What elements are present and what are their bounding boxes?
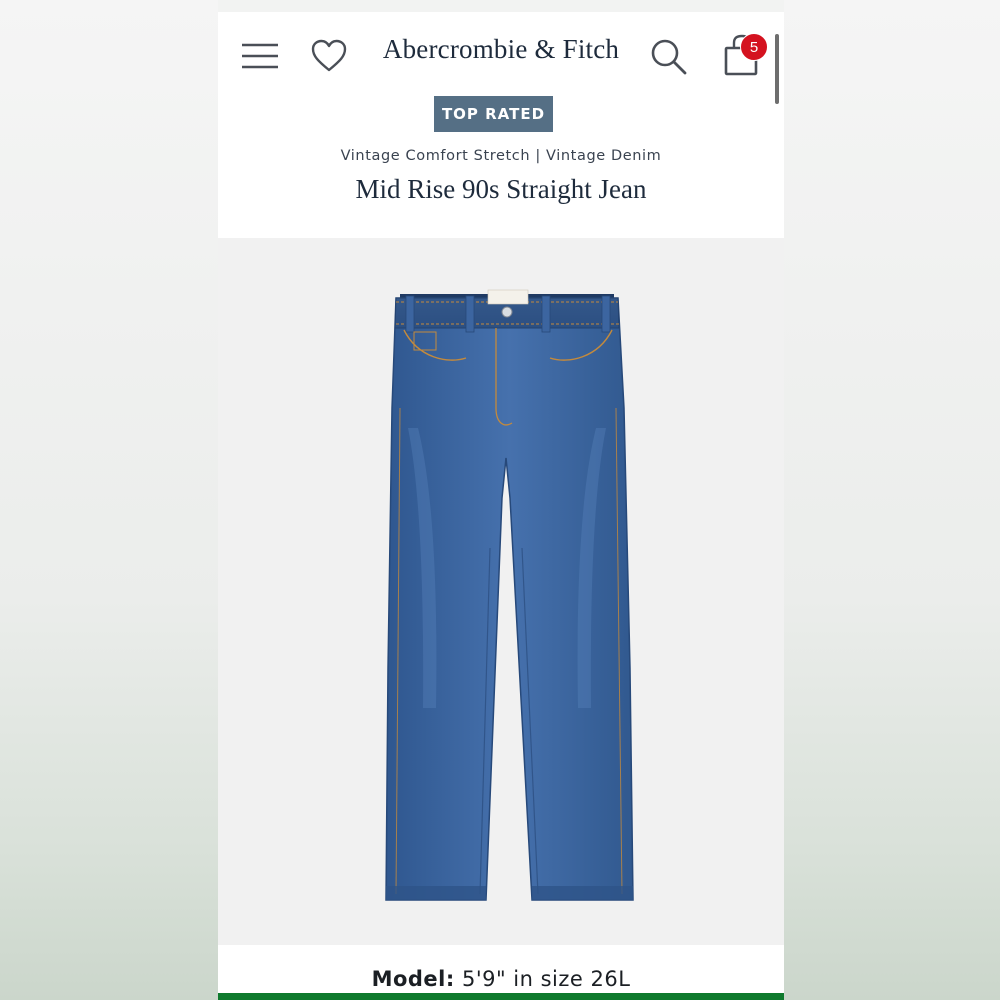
product-image-area[interactable] bbox=[218, 238, 784, 945]
model-info: Model: 5'9" in size 26L bbox=[218, 967, 784, 991]
background-left bbox=[0, 0, 218, 1000]
cart-count-badge: 5 bbox=[740, 33, 768, 61]
product-image-jeans bbox=[385, 289, 634, 901]
product-page: Abercrombie & Fitch 5 TOP RATED Vintage … bbox=[218, 12, 784, 1000]
background-right bbox=[784, 0, 1000, 1000]
top-rated-badge: TOP RATED bbox=[434, 96, 553, 132]
product-title: Mid Rise 90s Straight Jean bbox=[355, 174, 647, 204]
model-label: Model: bbox=[371, 967, 455, 991]
scrollbar[interactable] bbox=[775, 34, 779, 104]
brand-logo[interactable]: Abercrombie & Fitch bbox=[378, 34, 624, 65]
accent-bar bbox=[218, 993, 784, 1000]
heart-icon[interactable] bbox=[310, 38, 348, 74]
menu-icon[interactable] bbox=[240, 42, 280, 70]
search-icon[interactable] bbox=[650, 38, 688, 76]
model-value: 5'9" in size 26L bbox=[461, 967, 631, 991]
site-header: Abercrombie & Fitch 5 bbox=[218, 12, 784, 100]
product-collection: Vintage Comfort Stretch | Vintage Denim bbox=[340, 148, 662, 164]
